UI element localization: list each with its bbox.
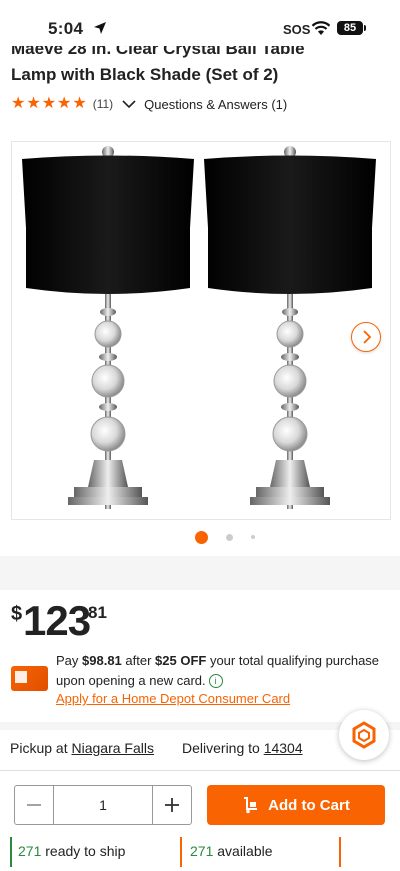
- price-currency: $: [11, 603, 23, 625]
- product-title: Maeve 28 in. Clear Crystal Ball Table La…: [11, 44, 391, 87]
- delivery-option[interactable]: Delivering to 14304: [182, 740, 303, 756]
- delivery-label: Delivering to: [182, 740, 264, 756]
- delivery-zip-link[interactable]: 14304: [264, 740, 303, 756]
- rating-row[interactable]: ★ ★ ★ ★ ★ (11) Questions & Answers (1): [11, 94, 287, 114]
- available-count: 271: [190, 843, 214, 859]
- store-availability: 271 available: [190, 843, 273, 859]
- review-count[interactable]: (11): [93, 97, 113, 111]
- available-text: available: [213, 843, 273, 859]
- add-to-cart-bar: 1 Add to Cart 271 ready to ship 271 avai…: [0, 770, 400, 871]
- lamp-right: [204, 146, 376, 509]
- pagination-dot[interactable]: [251, 535, 255, 539]
- store-indicator-line: [180, 837, 182, 867]
- ship-indicator-line: [10, 837, 12, 867]
- chevron-right-icon: [363, 330, 372, 344]
- star-icon: ★: [57, 95, 72, 112]
- promo-pay-amount: $98.81: [82, 653, 122, 668]
- add-to-cart-label: Add to Cart: [268, 796, 350, 814]
- promo-after-text: after: [121, 653, 156, 668]
- apply-card-link[interactable]: Apply for a Home Depot Consumer Card: [56, 691, 290, 706]
- lamp-left: [22, 146, 194, 509]
- gallery-pagination[interactable]: [195, 530, 255, 544]
- battery-tip: [364, 25, 366, 31]
- card-promo-text: Pay $98.81 after $25 OFF your total qual…: [56, 651, 386, 691]
- info-icon[interactable]: i: [208, 674, 223, 688]
- ship-availability: 271 ready to ship: [18, 843, 125, 859]
- product-title-line2: Lamp with Black Shade (Set of 2): [11, 65, 279, 84]
- minus-icon: [27, 804, 41, 806]
- battery-indicator: 85: [337, 21, 363, 35]
- floating-action-button[interactable]: [339, 710, 389, 760]
- add-to-cart-button[interactable]: Add to Cart: [207, 785, 385, 825]
- chevron-down-icon[interactable]: [122, 99, 136, 109]
- star-rating: ★ ★ ★ ★ ★: [11, 96, 87, 112]
- pagination-dot-active[interactable]: [195, 530, 208, 544]
- section-divider: [0, 556, 400, 590]
- home-depot-hexagon-icon: [352, 721, 376, 749]
- product-image-gallery[interactable]: [11, 141, 391, 520]
- star-icon: ★: [26, 95, 41, 112]
- plus-icon: [165, 798, 179, 812]
- star-icon: ★: [11, 95, 26, 112]
- increase-quantity-button[interactable]: [152, 786, 191, 824]
- sos-indicator: SOS: [283, 22, 311, 37]
- cart-dolly-icon: [244, 797, 258, 814]
- store-indicator-line-end: [339, 837, 341, 867]
- pickup-option[interactable]: Pickup at Niagara Falls: [10, 740, 154, 756]
- quantity-input[interactable]: 1: [54, 786, 152, 824]
- questions-answers-link[interactable]: Questions & Answers (1): [144, 97, 287, 112]
- quantity-stepper[interactable]: 1: [14, 785, 192, 825]
- next-image-button[interactable]: [351, 322, 381, 352]
- wifi-icon: [311, 21, 331, 35]
- ship-text: ready to ship: [41, 843, 126, 859]
- pickup-label: Pickup at: [10, 740, 72, 756]
- status-bar: 5:04 SOS 85: [0, 0, 400, 46]
- product-title-line1: Maeve 28 in. Clear Crystal Ball Table: [11, 44, 305, 58]
- star-icon: ★: [72, 95, 87, 112]
- promo-pay-text: Pay: [56, 653, 83, 668]
- price-cents: 81: [88, 603, 107, 622]
- pickup-store-link[interactable]: Niagara Falls: [71, 740, 153, 756]
- ship-count: 271: [18, 843, 42, 859]
- star-icon: ★: [41, 95, 57, 112]
- location-arrow-icon: [94, 22, 106, 34]
- promo-off-amount: $25 OFF: [155, 653, 207, 668]
- decrease-quantity-button[interactable]: [15, 786, 54, 824]
- status-time: 5:04: [48, 19, 84, 38]
- product-image: [22, 146, 376, 509]
- credit-card-image: [11, 666, 48, 691]
- pagination-dot[interactable]: [226, 533, 233, 541]
- price-dollars: 123: [23, 597, 91, 644]
